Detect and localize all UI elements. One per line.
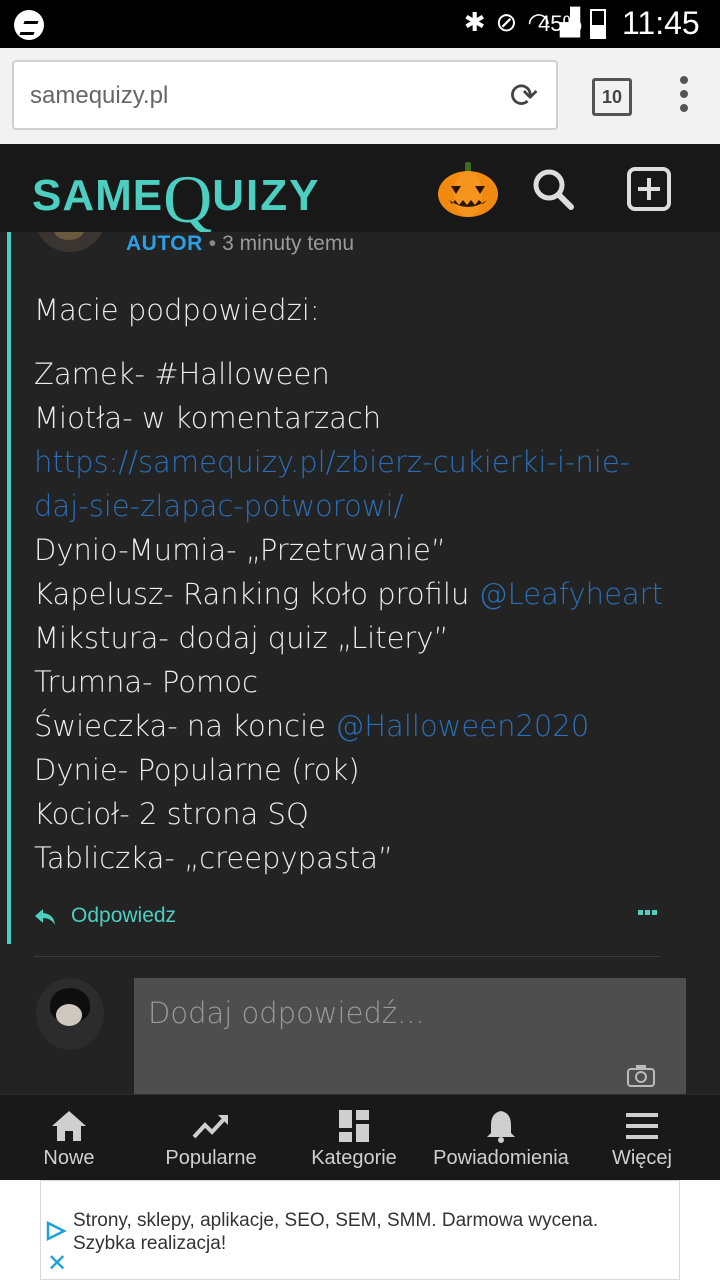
bluetooth-icon: ✱: [463, 8, 496, 38]
menu-icon: [626, 1113, 658, 1139]
add-quiz-icon[interactable]: [626, 166, 672, 212]
reply-input[interactable]: Dodaj odpowiedź...: [134, 978, 686, 1094]
comment-meta: AUTOR • 3 minuty temu: [126, 232, 355, 255]
battery-icon: [590, 9, 606, 39]
messenger-icon: [14, 10, 44, 40]
comment-line: Trumna- Pomoc: [34, 665, 258, 699]
close-icon[interactable]: ✕: [47, 1251, 67, 1275]
search-icon[interactable]: [530, 166, 576, 212]
browser-menu-icon[interactable]: [674, 76, 694, 120]
trending-icon: [192, 1115, 228, 1139]
nav-kategorie[interactable]: Kategorie: [296, 1095, 412, 1181]
comment-link[interactable]: https://samequizy.pl/zbierz-cukierki-i-n…: [34, 440, 694, 484]
user-avatar: [36, 978, 104, 1050]
more-options-icon[interactable]: [638, 910, 660, 918]
comment-line: Kapelusz- Ranking koło profilu @Leafyhea…: [34, 577, 663, 611]
comment-line: Zamek- #Halloween: [34, 357, 330, 391]
comment-time: 3 minuty temu: [222, 232, 355, 255]
ad-banner: ✕ Strony, sklepy, aplikacje, SEO, SEM, S…: [0, 1180, 720, 1280]
battery-percent: 45%: [538, 11, 583, 36]
ad-text[interactable]: Strony, sklepy, aplikacje, SEO, SEM, SMM…: [73, 1209, 633, 1255]
mention-link[interactable]: @Halloween2020: [335, 709, 589, 743]
nav-powiadomienia[interactable]: Powiadomienia: [426, 1095, 576, 1181]
divider: [34, 956, 660, 957]
reply-placeholder: Dodaj odpowiedź...: [148, 996, 425, 1030]
address-bar[interactable]: samequizy.pl ⟳: [12, 60, 558, 130]
tab-switcher-button[interactable]: 10: [592, 78, 632, 116]
adchoices-icon[interactable]: [45, 1221, 67, 1241]
comment-line: Tabliczka- „creepypasta”: [34, 841, 394, 875]
thread-indicator: [7, 232, 11, 944]
comment-line: Kocioł- 2 strona SQ: [34, 797, 309, 831]
reply-button[interactable]: Odpowiedz: [71, 904, 176, 928]
author-avatar[interactable]: [36, 232, 104, 252]
bell-icon: [487, 1111, 515, 1143]
nav-wiecej[interactable]: Więcej: [596, 1095, 688, 1181]
bottom-navigation: Nowe Popularne Kategorie Powiadomienia W…: [0, 1094, 720, 1180]
comment-actions: Odpowiedz: [34, 902, 664, 938]
reload-icon[interactable]: ⟳: [504, 76, 544, 116]
url-text[interactable]: samequizy.pl: [30, 82, 168, 110]
ad-box[interactable]: ✕ Strony, sklepy, aplikacje, SEO, SEM, S…: [40, 1180, 680, 1280]
samequizy-logo[interactable]: SAMEQUIZY: [32, 152, 320, 237]
comment-intro: Macie podpowiedzi:: [34, 293, 320, 327]
site-header: SAMEQUIZY: [0, 144, 720, 237]
nav-popularne[interactable]: Popularne: [150, 1095, 272, 1181]
mute-icon: ⊘: [495, 8, 528, 38]
browser-toolbar: samequizy.pl ⟳ 10: [0, 48, 720, 144]
pumpkin-icon[interactable]: [437, 162, 499, 218]
comment-line: Miotła- w komentarzach: [34, 401, 382, 435]
comment-line: Dynio-Mumia- „Przetrwanie”: [34, 533, 446, 567]
clock: 11:45: [622, 5, 700, 41]
comment-link[interactable]: daj-sie-zlapac-potworowi/: [34, 484, 694, 528]
grid-icon: [339, 1110, 369, 1142]
nav-nowe[interactable]: Nowe: [14, 1095, 124, 1181]
comment-body: Macie podpowiedzi: Zamek- #Halloween Mio…: [34, 288, 694, 880]
comment-thread: AUTOR • 3 minuty temu Macie podpowiedzi: Z…: [0, 232, 720, 1094]
author-badge: AUTOR: [126, 232, 203, 255]
reply-icon[interactable]: [34, 906, 56, 928]
comment-line: Świeczka- na koncie @Halloween2020: [34, 709, 590, 743]
comment-line: Dynie- Popularne (rok): [34, 753, 360, 787]
comment-line: Mikstura- dodaj quiz „Litery”: [34, 621, 449, 655]
home-icon: [52, 1111, 86, 1141]
status-bar: ✱⊘◠▟ 45% 11:45: [0, 0, 720, 48]
camera-icon[interactable]: [626, 1064, 656, 1088]
mention-link[interactable]: @Leafyheart: [479, 577, 663, 611]
